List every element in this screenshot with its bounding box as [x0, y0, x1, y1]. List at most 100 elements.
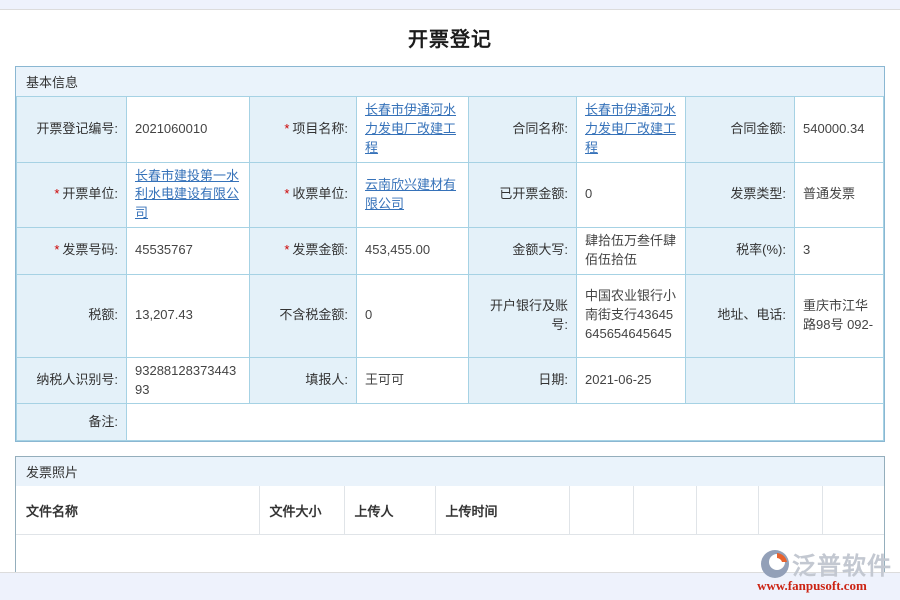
field-value-text: 45535767 [135, 242, 193, 257]
field-label: 填报人: [250, 357, 357, 404]
field-value-text: 540000.34 [803, 121, 864, 136]
top-bar [0, 0, 900, 10]
field-label-text: 金额大写: [512, 242, 568, 257]
field-label: *项目名称: [250, 97, 357, 163]
field-label-text: 合同名称: [512, 121, 568, 136]
field-label: *发票金额: [250, 228, 357, 275]
file-table-header-empty [822, 486, 884, 534]
page-title: 开票登记 [0, 23, 900, 52]
field-label-text: 填报人: [305, 372, 348, 387]
field-value: 0 [577, 162, 686, 228]
field-label-text: 税额: [88, 307, 118, 322]
field-label-text: 发票号码: [62, 242, 118, 257]
field-label: 纳税人识别号: [17, 357, 127, 404]
table-row: 备注: [17, 404, 884, 441]
contract-name-link[interactable]: 长春市伊通河水力发电厂改建工程 [585, 102, 676, 155]
field-value-text: 2021060010 [135, 121, 207, 136]
field-value: 长春市伊通河水力发电厂改建工程 [357, 97, 469, 163]
field-label-text: 发票类型: [730, 186, 786, 201]
fanpu-logo-icon [760, 549, 790, 579]
required-marker: * [284, 121, 289, 136]
field-value: 13,207.43 [127, 274, 250, 357]
vendor-watermark: 泛普软件 www.fanpusoft.com [732, 546, 892, 594]
required-marker: * [54, 186, 59, 201]
field-label: *发票号码: [17, 228, 127, 275]
project-name-link[interactable]: 长春市伊通河水力发电厂改建工程 [365, 102, 456, 155]
field-label: 地址、电话: [686, 274, 795, 357]
field-label-text: 税率(%): [736, 242, 786, 257]
field-label: 合同金额: [686, 97, 795, 163]
field-label-text: 合同金额: [730, 121, 786, 136]
field-value: 王可可 [357, 357, 469, 404]
field-label: *开票单位: [17, 162, 127, 228]
file-table-header-filename: 文件名称 [16, 486, 259, 534]
field-value-text: 0 [585, 186, 592, 201]
field-label-text: 已开票金额: [499, 186, 568, 201]
file-table-header-empty [758, 486, 822, 534]
field-label: 发票类型: [686, 162, 795, 228]
invoice-photos-table: 文件名称 文件大小 上传人 上传时间 [16, 486, 884, 535]
section-header-invoice-photos: 发票照片 [16, 457, 884, 486]
field-label: *收票单位: [250, 162, 357, 228]
field-label-text: 开户银行及账号: [490, 298, 568, 332]
field-value-text: 王可可 [365, 372, 404, 387]
required-marker: * [284, 186, 289, 201]
field-value: 9328812837344393 [127, 357, 250, 404]
field-label: 税率(%): [686, 228, 795, 275]
field-value: 2021060010 [127, 97, 250, 163]
field-label-text: 地址、电话: [717, 307, 786, 322]
field-value-text: 重庆市江华路98号 092- [803, 298, 873, 332]
field-value-text: 肆拾伍万叁仟肆佰伍拾伍 [585, 233, 676, 267]
field-value: 重庆市江华路98号 092- [795, 274, 884, 357]
section-header-basic-info: 基本信息 [16, 67, 884, 96]
field-label: 不含税金额: [250, 274, 357, 357]
field-value: 45535767 [127, 228, 250, 275]
field-label-text: 不含税金额: [279, 307, 348, 322]
file-table-header-empty [696, 486, 758, 534]
field-value: 中国农业银行小南街支行43645645654645645 [577, 274, 686, 357]
field-value-text: 3 [803, 242, 810, 257]
field-label-text: 备注: [88, 414, 118, 429]
field-value-text: 中国农业银行小南街支行43645645654645645 [585, 288, 676, 341]
file-table-header-filesize: 文件大小 [259, 486, 344, 534]
brand-text: 泛普软件 [792, 546, 892, 581]
table-row: *发票号码: 45535767 *发票金额: 453,455.00 金额大写: … [17, 228, 884, 275]
field-label: 金额大写: [469, 228, 577, 275]
invoicing-unit-link[interactable]: 长春市建投第一水利水电建设有限公司 [135, 168, 239, 221]
field-value [127, 404, 884, 441]
field-label: 日期: [469, 357, 577, 404]
field-value: 云南欣兴建材有限公司 [357, 162, 469, 228]
field-value-text: 453,455.00 [365, 242, 430, 257]
field-label: 税额: [17, 274, 127, 357]
field-value: 长春市建投第一水利水电建设有限公司 [127, 162, 250, 228]
receiving-unit-link[interactable]: 云南欣兴建材有限公司 [365, 177, 456, 211]
field-value-empty [795, 357, 884, 404]
field-value: 普通发票 [795, 162, 884, 228]
field-label: 开票登记编号: [17, 97, 127, 163]
field-value: 453,455.00 [357, 228, 469, 275]
field-label-text: 开票单位: [62, 186, 118, 201]
field-value-text: 普通发票 [803, 186, 855, 201]
field-value-text: 9328812837344393 [135, 363, 236, 397]
file-table-header-row: 文件名称 文件大小 上传人 上传时间 [16, 486, 884, 534]
table-row: 开票登记编号: 2021060010 *项目名称: 长春市伊通河水力发电厂改建工… [17, 97, 884, 163]
file-table-header-uploadtime: 上传时间 [435, 486, 569, 534]
table-row: 税额: 13,207.43 不含税金额: 0 开户银行及账号: 中国农业银行小南… [17, 274, 884, 357]
table-row: *开票单位: 长春市建投第一水利水电建设有限公司 *收票单位: 云南欣兴建材有限… [17, 162, 884, 228]
field-label-text: 项目名称: [292, 121, 348, 136]
field-label: 备注: [17, 404, 127, 441]
field-value-text: 2021-06-25 [585, 372, 652, 387]
basic-info-panel: 基本信息 开票登记编号: 2021060010 *项目名称: 长春市伊通河水力发… [15, 66, 885, 442]
field-label-text: 开票登记编号: [36, 121, 118, 136]
field-label: 开户银行及账号: [469, 274, 577, 357]
field-value-text: 0 [365, 307, 372, 322]
field-label-text: 纳税人识别号: [36, 372, 118, 387]
field-label: 已开票金额: [469, 162, 577, 228]
field-label-text: 发票金额: [292, 242, 348, 257]
basic-info-table: 开票登记编号: 2021060010 *项目名称: 长春市伊通河水力发电厂改建工… [16, 96, 884, 441]
field-label-text: 日期: [538, 372, 568, 387]
field-label-text: 收票单位: [292, 186, 348, 201]
required-marker: * [284, 242, 289, 257]
field-value: 3 [795, 228, 884, 275]
field-value-text: 13,207.43 [135, 307, 193, 322]
